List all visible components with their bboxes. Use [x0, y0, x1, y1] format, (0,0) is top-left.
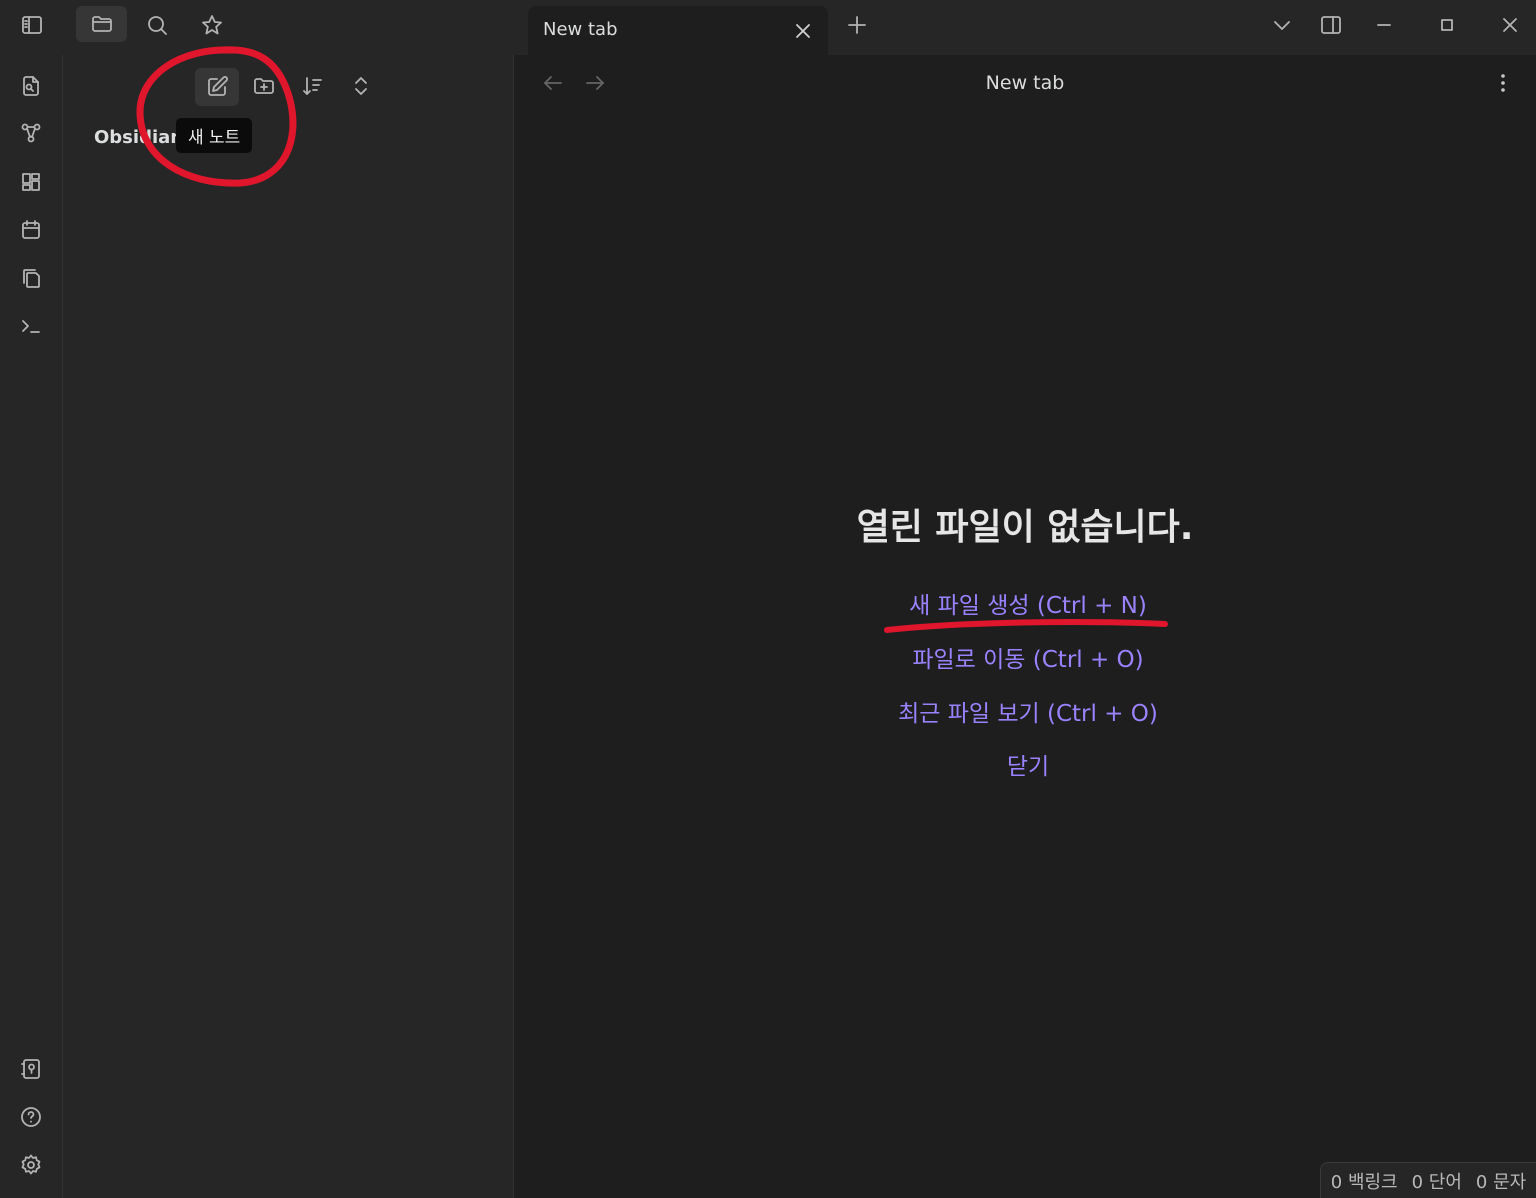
- graph-icon[interactable]: [11, 115, 51, 151]
- close-tab-icon[interactable]: [786, 14, 820, 48]
- file-explorer-panel: Obsidian 새 노트: [63, 55, 514, 1198]
- sort-icon[interactable]: [293, 68, 333, 104]
- maximize-icon[interactable]: [1427, 7, 1467, 43]
- tab-title: New tab: [543, 19, 618, 40]
- more-options-icon[interactable]: [1483, 65, 1523, 101]
- command-palette-icon[interactable]: [11, 308, 51, 344]
- backlinks-count[interactable]: 0 백링크: [1331, 1168, 1398, 1194]
- create-new-file-link[interactable]: 새 파일 생성 (Ctrl + N): [514, 586, 1536, 620]
- close-window-icon[interactable]: [1490, 7, 1530, 43]
- star-icon[interactable]: [192, 7, 232, 43]
- search-icon[interactable]: [137, 7, 177, 43]
- collapse-all-icon[interactable]: [341, 68, 381, 104]
- quick-switcher-icon[interactable]: [11, 68, 51, 104]
- help-icon[interactable]: [11, 1099, 51, 1135]
- char-count: 0 문자: [1475, 1171, 1527, 1193]
- main-editor-area: New tab 열린 파일이 없습니다. 새 파일 생성 (Ctrl + N) …: [514, 55, 1536, 1198]
- view-header-title: New tab: [985, 72, 1065, 94]
- new-tab-plus-icon[interactable]: [837, 7, 877, 43]
- settings-icon[interactable]: [11, 1147, 51, 1183]
- new-folder-icon[interactable]: [244, 68, 284, 104]
- close-link[interactable]: 닫기: [514, 747, 1536, 781]
- templates-icon[interactable]: [11, 260, 51, 296]
- tab-new-tab[interactable]: New tab: [528, 6, 828, 55]
- canvas-icon[interactable]: [11, 164, 51, 200]
- folder-icon[interactable]: [76, 6, 127, 42]
- chevron-down-icon[interactable]: [1262, 7, 1302, 43]
- vault-name[interactable]: Obsidian: [94, 127, 183, 148]
- minimize-icon[interactable]: [1364, 7, 1404, 43]
- new-note-icon[interactable]: [195, 68, 239, 106]
- word-count: 0 단어: [1411, 1171, 1462, 1193]
- go-to-file-link[interactable]: 파일로 이동 (Ctrl + O): [514, 640, 1536, 674]
- title-bar: New tab: [0, 0, 1536, 55]
- left-ribbon: [0, 55, 63, 1198]
- empty-state-title: 열린 파일이 없습니다.: [856, 507, 1194, 548]
- status-bar: 0 백링크 0 단어 0 문자: [1320, 1162, 1536, 1198]
- tooltip: 새 노트: [176, 118, 253, 153]
- calendar-icon[interactable]: [11, 212, 51, 248]
- recent-files-link[interactable]: 최근 파일 보기 (Ctrl + O): [514, 694, 1536, 728]
- sidebar-toggle-icon[interactable]: [12, 7, 52, 43]
- vault-switcher-icon[interactable]: [11, 1051, 51, 1087]
- right-sidebar-toggle-icon[interactable]: [1311, 7, 1351, 43]
